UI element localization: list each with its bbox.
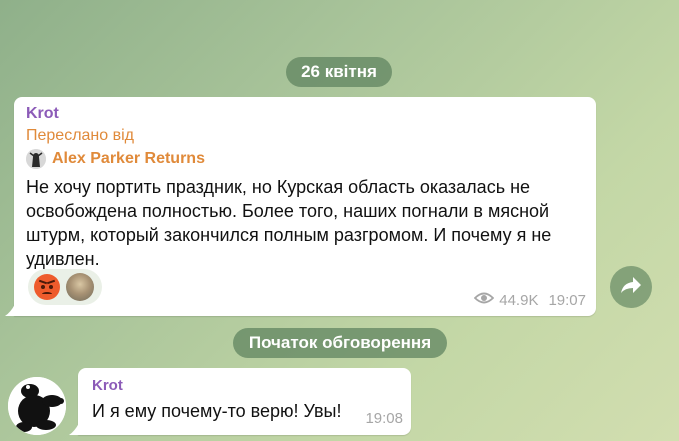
bubble-tail <box>5 304 15 316</box>
angry-face-icon[interactable] <box>34 274 60 300</box>
forwarded-label: Переслано від <box>26 127 134 144</box>
reply-text: И я ему почему-то верю! Увы! <box>92 401 342 421</box>
reply-sender-name[interactable]: Krot <box>92 377 123 394</box>
date-separator: 26 квітня <box>286 57 392 87</box>
reactions-bar[interactable] <box>28 269 102 305</box>
discussion-label: Початок обговорення <box>248 333 432 352</box>
forwarded-message-bubble[interactable]: Krot Переслано від Alex Parker Returns Н… <box>5 97 596 316</box>
views-eye-icon <box>473 291 495 309</box>
reply-time: 19:08 <box>365 410 403 427</box>
views-count: 44.9K <box>499 291 539 309</box>
share-arrow-icon <box>620 276 642 299</box>
source-avatar-icon <box>26 149 46 169</box>
discussion-start-separator: Початок обговорення <box>233 328 447 358</box>
reply-message-bubble[interactable]: Krot И я ему почему-то верю! Увы! 19:08 <box>69 368 411 435</box>
date-label: 26 квітня <box>301 62 377 81</box>
forwarded-source-name[interactable]: Alex Parker Returns <box>52 150 205 168</box>
share-button[interactable] <box>610 266 652 308</box>
message-time: 19:07 <box>548 291 586 309</box>
reactor-avatar <box>66 273 94 301</box>
message-text: Не хочу портить праздник, но Курская обл… <box>26 177 552 269</box>
mole-avatar-icon <box>8 377 66 435</box>
reply-bubble-tail <box>69 423 79 435</box>
message-meta: 44.9K 19:07 <box>473 291 586 309</box>
sender-name[interactable]: Krot <box>26 105 59 123</box>
avatar[interactable] <box>8 377 66 435</box>
forwarded-source[interactable]: Alex Parker Returns <box>26 149 205 169</box>
